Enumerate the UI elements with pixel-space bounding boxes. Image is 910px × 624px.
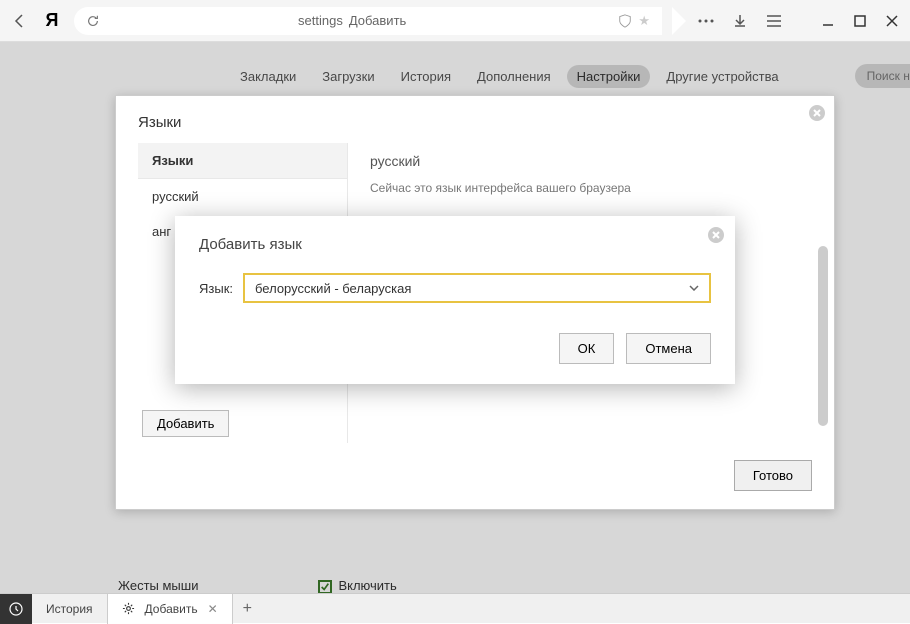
- close-icon[interactable]: [707, 226, 725, 244]
- downloads-icon[interactable]: [730, 11, 750, 31]
- url-page: Добавить: [349, 13, 406, 28]
- add-language-title: Добавить язык: [199, 236, 711, 253]
- current-language: русский: [370, 153, 812, 169]
- cancel-button[interactable]: Отмена: [626, 333, 711, 364]
- done-button[interactable]: Готово: [734, 460, 812, 491]
- window-maximize-icon[interactable]: [850, 11, 870, 31]
- clock-icon[interactable]: [0, 594, 32, 624]
- add-language-button[interactable]: Добавить: [142, 410, 229, 437]
- menu-icon[interactable]: [764, 11, 784, 31]
- url-prefix: settings: [298, 13, 343, 28]
- window-minimize-icon[interactable]: [818, 11, 838, 31]
- bookmark-star-icon[interactable]: ★: [638, 13, 650, 29]
- window-close-icon[interactable]: [882, 11, 902, 31]
- close-icon[interactable]: [808, 104, 826, 122]
- bottom-tab-history[interactable]: История: [32, 594, 108, 624]
- language-select-label: Язык:: [199, 281, 233, 296]
- bottom-tab-label: История: [46, 602, 93, 616]
- address-bar[interactable]: settings Добавить ★: [74, 7, 662, 35]
- current-language-desc: Сейчас это язык интерфейса вашего браузе…: [370, 181, 812, 195]
- add-language-modal: Добавить язык Язык: белорусский - белару…: [175, 216, 735, 384]
- new-tab-button[interactable]: +: [233, 600, 262, 618]
- shield-icon[interactable]: [618, 14, 632, 28]
- reload-icon[interactable]: [86, 14, 100, 28]
- tab-close-icon[interactable]: ✕: [208, 602, 218, 616]
- back-button[interactable]: [8, 9, 32, 33]
- yandex-logo-icon[interactable]: Я: [40, 9, 64, 33]
- languages-sidebar-header: Языки: [138, 143, 347, 179]
- more-icon[interactable]: [696, 11, 716, 31]
- language-select-value: белорусский - беларуская: [255, 281, 411, 296]
- bottom-tab-add[interactable]: Добавить ✕: [108, 594, 233, 624]
- scrollbar[interactable]: [818, 246, 828, 426]
- language-select[interactable]: белорусский - беларуская: [243, 273, 711, 303]
- language-item-russian[interactable]: русский: [138, 179, 347, 214]
- titlebar: Я settings Добавить ★: [0, 0, 910, 42]
- gear-icon: [122, 602, 135, 615]
- chevron-down-icon: [689, 285, 699, 291]
- ok-button[interactable]: ОК: [559, 333, 615, 364]
- bottom-tab-bar: История Добавить ✕ +: [0, 593, 910, 623]
- languages-title: Языки: [116, 96, 834, 143]
- bottom-tab-label: Добавить: [145, 602, 198, 616]
